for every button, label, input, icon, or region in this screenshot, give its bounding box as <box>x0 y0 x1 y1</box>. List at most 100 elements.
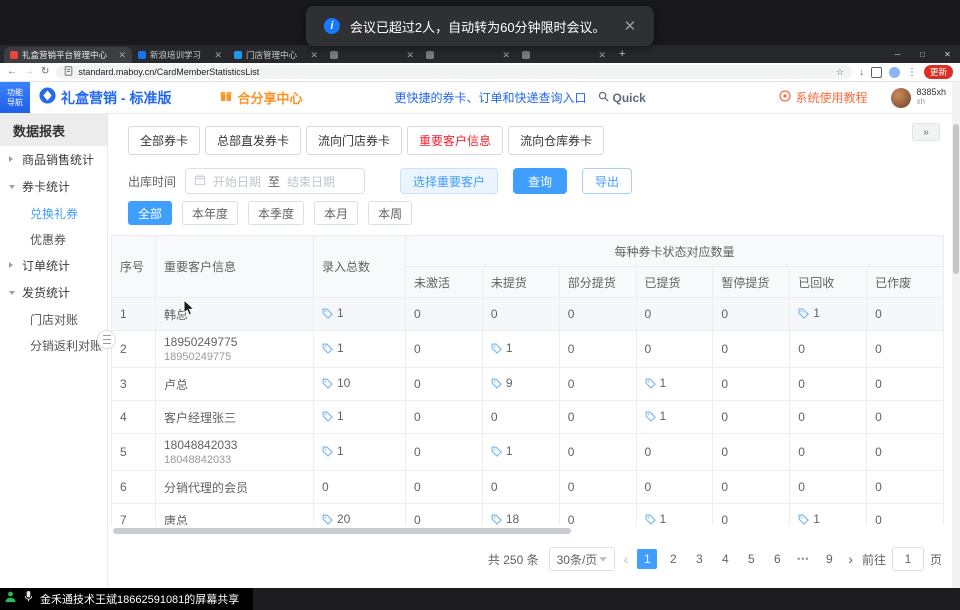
page-button-9[interactable]: 9 <box>819 549 839 569</box>
minimize-button[interactable]: ─ <box>885 45 910 63</box>
page-button-1[interactable]: 1 <box>637 549 657 569</box>
sidebar-collapse-handle[interactable] <box>97 330 116 349</box>
sidebar-item-product-sales[interactable]: 商品销售统计 <box>0 146 107 173</box>
browser-tab-gift-admin[interactable]: 礼盒营销平台管理中心 ✕ <box>4 47 132 63</box>
browser-tab-store-admin[interactable]: 门店管理中心 ✕ <box>228 47 324 63</box>
page-button-2[interactable]: 2 <box>663 549 683 569</box>
goto-page-input[interactable]: 1 <box>892 547 924 571</box>
count-link-icon[interactable] <box>322 514 333 525</box>
toast-close-icon[interactable]: ✕ <box>624 17 637 35</box>
count-value[interactable]: 1 <box>645 376 667 390</box>
count-value[interactable]: 1 <box>491 444 513 458</box>
date-range-input[interactable]: 开始日期 至 结束日期 <box>185 168 365 194</box>
count-value[interactable]: 1 <box>491 341 513 355</box>
horizontal-scrollbar[interactable] <box>111 527 944 535</box>
count-link-icon[interactable] <box>645 378 656 389</box>
tab-close-icon[interactable]: ✕ <box>502 50 510 61</box>
count-value[interactable]: 18 <box>491 512 519 525</box>
count-value[interactable]: 20 <box>322 512 350 525</box>
share-center-link[interactable]: 合分享中心 <box>219 88 302 107</box>
sidebar-item-coupons[interactable]: 优惠券 <box>0 226 107 252</box>
new-tab-button[interactable]: + <box>619 48 625 60</box>
query-button[interactable]: 查询 <box>513 168 567 194</box>
tab-close-icon[interactable]: ✕ <box>214 50 222 61</box>
count-value[interactable]: 10 <box>322 376 350 390</box>
sidebar-item-shipping-stats[interactable]: 发货统计 <box>0 279 107 306</box>
tab-store-flow-cards[interactable]: 流向门店券卡 <box>306 126 402 155</box>
quick-filter-week[interactable]: 本周 <box>368 201 412 225</box>
back-icon[interactable]: ← <box>7 67 17 77</box>
horizontal-scrollbar-thumb[interactable] <box>113 528 571 534</box>
count-value[interactable]: 1 <box>322 444 344 458</box>
count-link-icon[interactable] <box>798 308 809 319</box>
quick-search[interactable]: Quick <box>598 91 645 105</box>
next-page-button[interactable]: › <box>845 551 856 567</box>
count-link-icon[interactable] <box>491 378 502 389</box>
count-value[interactable]: 1 <box>322 341 344 355</box>
vertical-scrollbar-thumb[interactable] <box>953 124 959 274</box>
panel-expand-button[interactable]: » <box>912 123 940 141</box>
download-icon[interactable]: ↓ <box>859 67 864 78</box>
tab-close-icon[interactable]: ✕ <box>406 50 414 61</box>
count-value[interactable]: 1 <box>645 409 667 423</box>
tab-warehouse-flow-cards[interactable]: 流向仓库券卡 <box>508 126 604 155</box>
maximize-button[interactable]: □ <box>910 45 935 63</box>
table-row[interactable]: 7唐总2001801010 <box>112 504 944 526</box>
count-value[interactable]: 1 <box>798 306 820 320</box>
refresh-icon[interactable]: ↻ <box>41 67 49 77</box>
vertical-scrollbar[interactable] <box>952 82 960 588</box>
sidebar-item-rebate-reconciliation[interactable]: 分销返利对账 <box>0 332 107 358</box>
address-bar[interactable]: standard.maboy.cn/CardMemberStatisticsLi… <box>56 65 852 79</box>
page-size-select[interactable]: 30条/页 <box>549 547 615 571</box>
sidebar-item-card-stats[interactable]: 券卡统计 <box>0 173 107 200</box>
count-link-icon[interactable] <box>491 343 502 354</box>
browser-tab-4[interactable]: ✕ <box>324 47 420 63</box>
count-value[interactable]: 1 <box>322 409 344 423</box>
tab-close-icon[interactable]: ✕ <box>310 50 318 61</box>
table-row[interactable]: 4客户经理张三10001000 <box>112 401 944 434</box>
tab-close-icon[interactable]: ✕ <box>598 50 606 61</box>
sidebar-item-exchange-vouchers[interactable]: 兑换礼券 <box>0 200 107 226</box>
count-link-icon[interactable] <box>491 514 502 525</box>
export-button[interactable]: 导出 <box>582 168 632 194</box>
profile-avatar[interactable] <box>889 67 900 78</box>
quick-filter-quarter[interactable]: 本季度 <box>248 201 304 225</box>
tab-all-cards[interactable]: 全部券卡 <box>128 126 200 155</box>
count-value[interactable]: 1 <box>645 512 667 525</box>
count-value[interactable]: 9 <box>491 376 513 390</box>
table-row[interactable]: 2189502497751895024977510100000 <box>112 331 944 368</box>
brand-logo[interactable]: 礼盒营销 - 标准版 <box>39 87 171 109</box>
extensions-icon[interactable] <box>871 67 882 78</box>
tab-close-icon[interactable]: ✕ <box>118 50 126 61</box>
quick-filter-all[interactable]: 全部 <box>128 201 172 225</box>
count-link-icon[interactable] <box>322 446 333 457</box>
tab-important-customers[interactable]: 重要客户信息 <box>407 126 503 155</box>
quick-filter-month[interactable]: 本月 <box>314 201 358 225</box>
page-button-6[interactable]: 6 <box>767 549 787 569</box>
count-value[interactable]: 1 <box>322 306 344 320</box>
forward-icon[interactable]: → <box>24 67 34 77</box>
user-menu[interactable]: 8385xh xh <box>891 88 946 108</box>
page-button-3[interactable]: 3 <box>689 549 709 569</box>
function-nav-button[interactable]: 功能 导航 <box>0 82 30 113</box>
menu-dots-icon[interactable]: ⋮ <box>907 67 917 78</box>
bookmark-star-icon[interactable]: ☆ <box>836 67 844 78</box>
page-button-5[interactable]: 5 <box>741 549 761 569</box>
count-link-icon[interactable] <box>322 308 333 319</box>
count-link-icon[interactable] <box>322 343 333 354</box>
prev-page-button[interactable]: ‹ <box>621 551 632 567</box>
count-link-icon[interactable] <box>322 411 333 422</box>
browser-update-button[interactable]: 更新 <box>924 65 953 80</box>
page-button-4[interactable]: 4 <box>715 549 735 569</box>
browser-tab-5[interactable]: ✕ <box>420 47 516 63</box>
browser-tab-6[interactable]: ✕ <box>516 47 612 63</box>
table-row[interactable]: 1韩总10000010 <box>112 298 944 331</box>
count-link-icon[interactable] <box>322 378 333 389</box>
tutorial-link[interactable]: 系统使用教程 <box>779 89 867 106</box>
tab-hq-direct-cards[interactable]: 总部直发券卡 <box>205 126 301 155</box>
count-link-icon[interactable] <box>491 446 502 457</box>
quick-filter-year[interactable]: 本年度 <box>182 201 238 225</box>
count-link-icon[interactable] <box>645 411 656 422</box>
count-link-icon[interactable] <box>798 514 809 525</box>
table-row[interactable]: 3卢总100901000 <box>112 368 944 401</box>
